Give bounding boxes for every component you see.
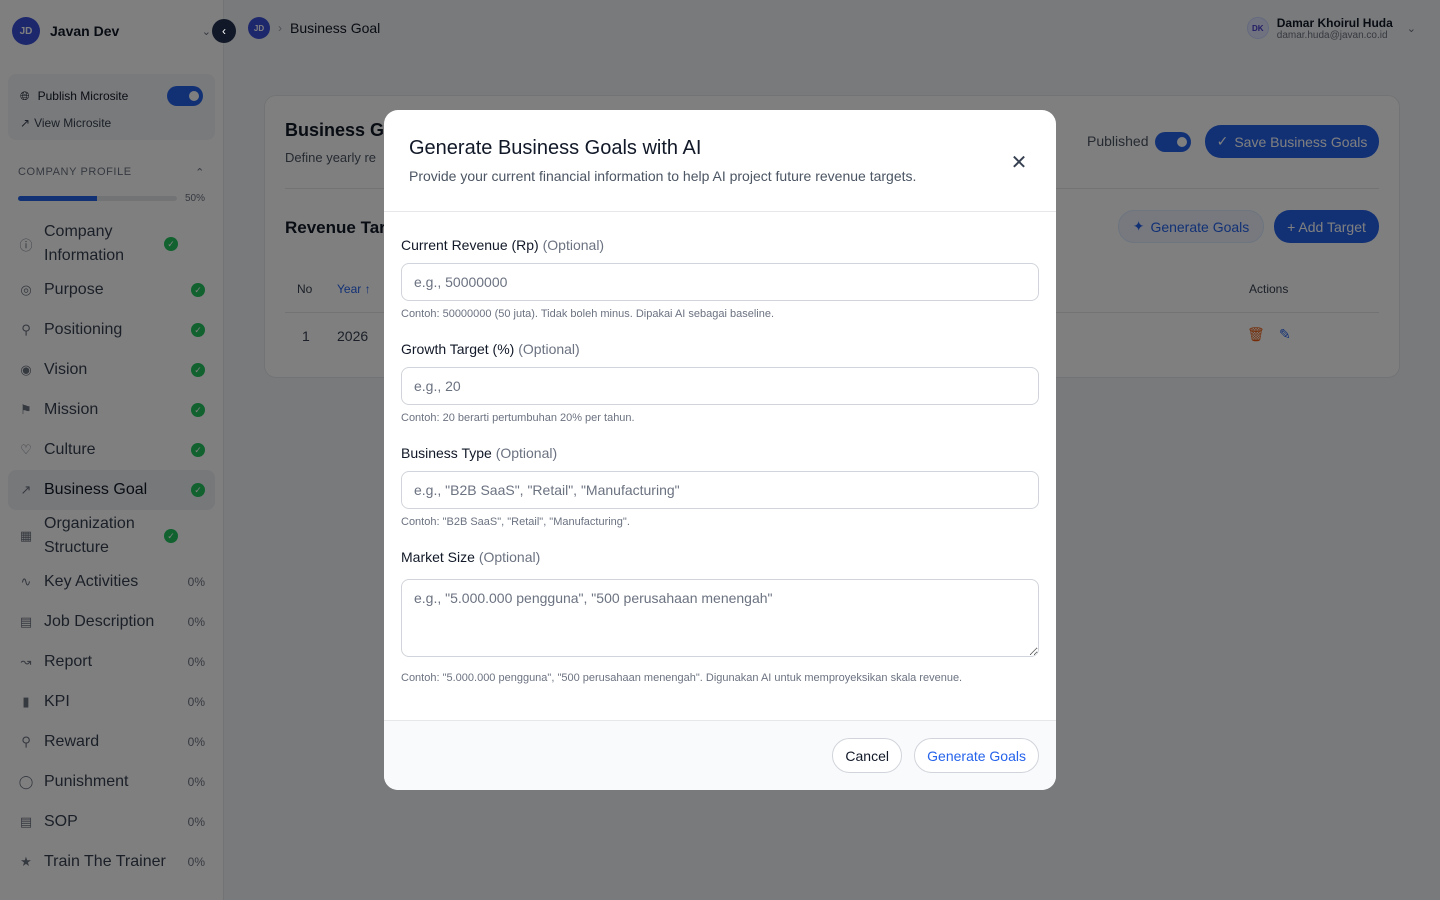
business-type-input[interactable]	[401, 471, 1039, 509]
market-size-textarea[interactable]	[401, 579, 1039, 657]
field-label-text: Current Revenue (Rp)	[401, 237, 539, 253]
market-size-label: Market Size (Optional)	[401, 549, 1039, 565]
generate-goals-modal: Generate Business Goals with AI Provide …	[384, 110, 1056, 790]
generate-goals-submit-button[interactable]: Generate Goals	[914, 738, 1039, 773]
modal-title: Generate Business Goals with AI	[409, 137, 702, 159]
collapse-sidebar-button[interactable]: ‹	[212, 19, 236, 43]
current-revenue-field: Current Revenue (Rp) (Optional) Contoh: …	[401, 237, 1039, 320]
market-size-field: Market Size (Optional) Contoh: "5.000.00…	[401, 549, 1039, 684]
close-icon[interactable]: ✕	[1007, 150, 1031, 174]
growth-target-input[interactable]	[401, 367, 1039, 405]
cancel-button[interactable]: Cancel	[832, 738, 902, 773]
field-label-text: Growth Target (%)	[401, 341, 515, 357]
optional-tag: (Optional)	[542, 237, 605, 253]
current-revenue-label: Current Revenue (Rp) (Optional)	[401, 237, 1039, 253]
modal-footer: Cancel Generate Goals	[384, 720, 1056, 790]
optional-tag: (Optional)	[478, 549, 541, 565]
optional-tag: (Optional)	[495, 445, 558, 461]
business-type-field: Business Type (Optional) Contoh: "B2B Sa…	[401, 445, 1039, 528]
growth-target-help: Contoh: 20 berarti pertumbuhan 20% per t…	[401, 412, 635, 424]
market-size-help: Contoh: "5.000.000 pengguna", "500 perus…	[401, 672, 963, 684]
growth-target-field: Growth Target (%) (Optional) Contoh: 20 …	[401, 341, 1039, 424]
modal-subtitle: Provide your current financial informati…	[409, 168, 917, 184]
business-type-label: Business Type (Optional)	[401, 445, 1039, 461]
current-revenue-help: Contoh: 50000000 (50 juta). Tidak boleh …	[401, 308, 775, 320]
field-label-text: Market Size	[401, 549, 475, 565]
field-label-text: Business Type	[401, 445, 492, 461]
business-type-help: Contoh: "B2B SaaS", "Retail", "Manufactu…	[401, 516, 630, 528]
growth-target-label: Growth Target (%) (Optional)	[401, 341, 1039, 357]
modal-header: Generate Business Goals with AI Provide …	[384, 110, 1056, 212]
current-revenue-input[interactable]	[401, 263, 1039, 301]
modal-body: Current Revenue (Rp) (Optional) Contoh: …	[384, 237, 1056, 684]
optional-tag: (Optional)	[518, 341, 580, 357]
